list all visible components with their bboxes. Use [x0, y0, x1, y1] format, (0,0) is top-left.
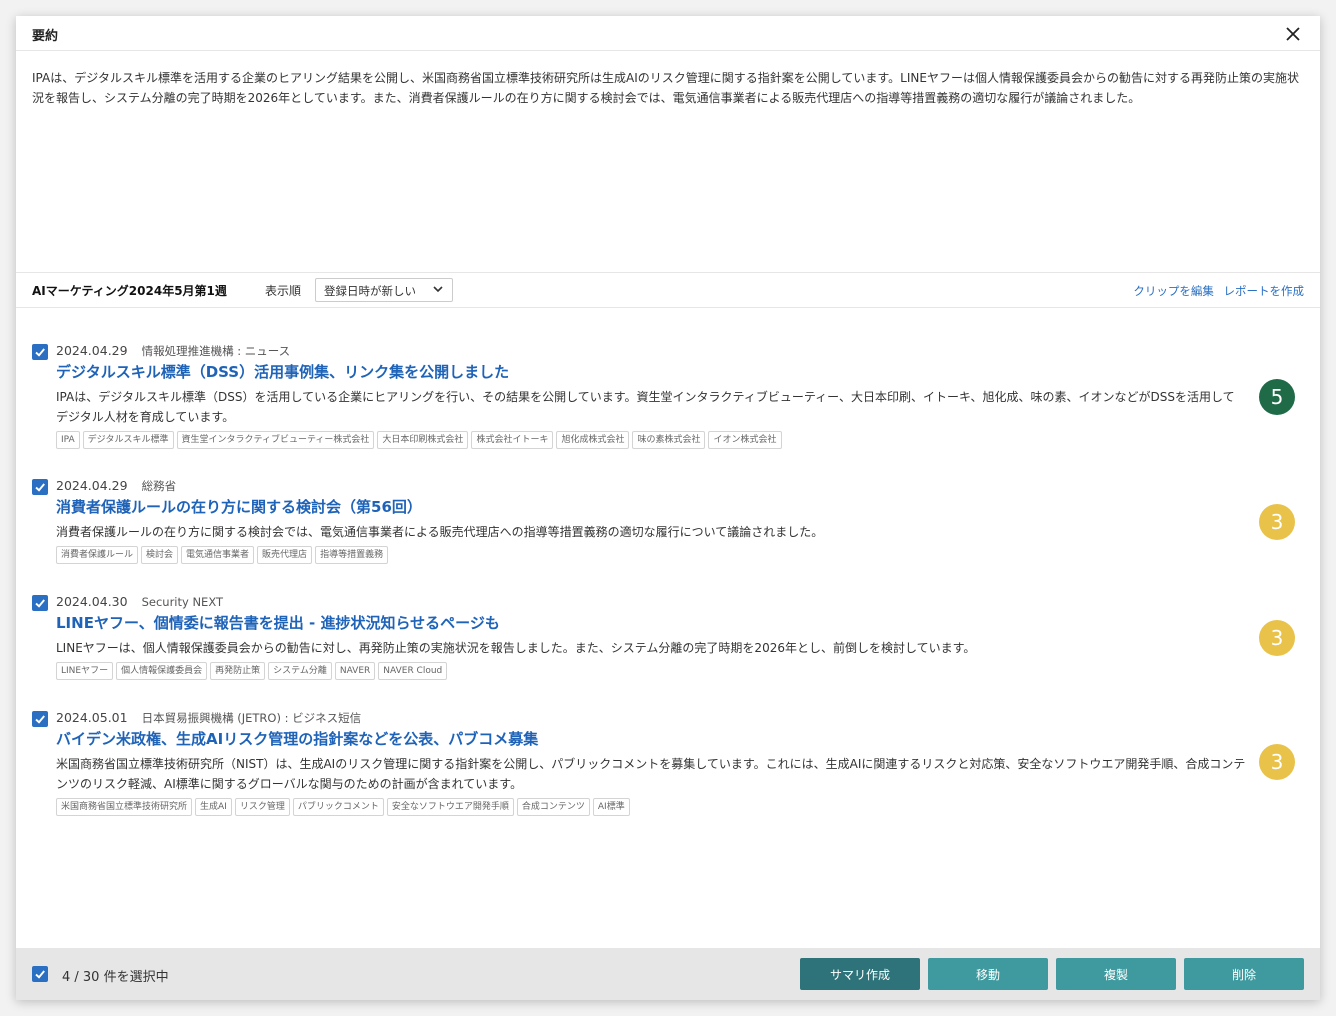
check-icon: [35, 970, 45, 979]
toolbar-links: クリップを編集 レポートを作成: [1127, 283, 1304, 299]
summarize-button[interactable]: サマリ作成: [800, 958, 920, 990]
tag[interactable]: リスク管理: [234, 798, 290, 816]
item-title-link[interactable]: デジタルスキル標準（DSS）活用事例集、リンク集を公開しました: [56, 361, 509, 382]
score-badge: 3: [1259, 620, 1295, 656]
dialog-title: 要約: [32, 29, 59, 44]
item-date: 2024.05.01: [56, 710, 128, 725]
list-item: 2024.04.29 情報処理推進機構 : ニュース デジタルスキル標準（DSS）…: [16, 308, 1320, 449]
chevron-down-icon: [433, 286, 443, 293]
sort-order-select[interactable]: 登録日時が新しい: [315, 278, 453, 302]
tag[interactable]: 安全なソフトウエア開発手順: [386, 798, 514, 816]
item-source: 総務省: [141, 479, 177, 493]
tag[interactable]: 合成コンテンツ: [516, 798, 590, 816]
create-report-link[interactable]: レポートを作成: [1224, 284, 1305, 298]
list-item: 2024.05.01 日本貿易振興機構 (JETRO) : ビジネス短信 バイデン…: [16, 675, 1320, 816]
tag[interactable]: パブリックコメント: [292, 798, 384, 816]
item-source: 情報処理推進機構 : ニュース: [141, 344, 291, 358]
check-icon: [35, 599, 45, 608]
summary-dialog: 要約 IPAは、デジタルスキル標準を活用する企業のヒアリング結果を公開し、米国商…: [16, 16, 1320, 1000]
item-date: 2024.04.29: [56, 478, 128, 493]
item-title-link[interactable]: バイデン米政権、生成AIリスク管理の指針案などを公表、パブコメ募集: [56, 728, 538, 749]
item-date: 2024.04.30: [56, 594, 128, 609]
item-checkbox[interactable]: [32, 595, 48, 611]
sort-order-value: 登録日時が新しい: [324, 284, 416, 298]
score-badge: 3: [1259, 744, 1295, 780]
summary-text: IPAは、デジタルスキル標準を活用する企業のヒアリング結果を公開し、米国商務省国…: [16, 51, 1320, 273]
item-meta: 2024.04.29 情報処理推進機構 : ニュース: [56, 343, 290, 359]
list-item: 2024.04.30 Security NEXT LINEヤフー、個情委に報告書を…: [16, 559, 1320, 680]
item-description: LINEヤフーは、個人情報保護委員会からの勧告に対し、再発防止策の実施状況を報告…: [56, 641, 976, 655]
score-badge: 5: [1259, 379, 1295, 415]
item-date: 2024.04.29: [56, 343, 128, 358]
move-button[interactable]: 移動: [928, 958, 1048, 990]
item-meta: 2024.04.30 Security NEXT: [56, 594, 223, 609]
item-description: 消費者保護ルールの在り方に関する検討会では、電気通信事業者による販売代理店への指…: [56, 525, 824, 539]
check-icon: [35, 715, 45, 724]
item-meta: 2024.04.29 総務省: [56, 478, 176, 494]
item-title-link[interactable]: 消費者保護ルールの在り方に関する検討会（第56回）: [56, 496, 422, 517]
tag[interactable]: AI標準: [592, 798, 630, 816]
delete-button[interactable]: 削除: [1184, 958, 1304, 990]
item-meta: 2024.05.01 日本貿易振興機構 (JETRO) : ビジネス短信: [56, 710, 361, 726]
clip-name: AIマーケティング2024年5月第1週: [32, 284, 227, 298]
dialog-header: 要約: [16, 16, 1320, 51]
check-icon: [35, 483, 45, 492]
selection-footer: 4 / 30 件を選択中 サマリ作成 移動 複製 削除: [16, 948, 1320, 1000]
item-source: Security NEXT: [141, 595, 224, 609]
score-badge: 3: [1259, 504, 1295, 540]
copy-button[interactable]: 複製: [1056, 958, 1176, 990]
item-checkbox[interactable]: [32, 711, 48, 727]
item-checkbox[interactable]: [32, 479, 48, 495]
item-tags: 米国商務省国立標準技術研究所 生成AI リスク管理 パブリックコメント 安全なソ…: [56, 798, 630, 816]
check-icon: [35, 348, 45, 357]
tag[interactable]: 生成AI: [195, 798, 232, 816]
item-source: 日本貿易振興機構 (JETRO) : ビジネス短信: [141, 711, 362, 725]
close-icon: [1286, 27, 1300, 41]
selection-count: 4 / 30 件を選択中: [62, 970, 169, 985]
item-checkbox[interactable]: [32, 344, 48, 360]
sort-label: 表示順: [265, 284, 302, 298]
select-all-checkbox[interactable]: [32, 966, 48, 982]
clip-toolbar: AIマーケティング2024年5月第1週 表示順 登録日時が新しい クリップを編集…: [16, 273, 1320, 308]
item-description: 米国商務省国立標準技術研究所（NIST）は、生成AIのリスク管理に関する指針案を…: [56, 757, 1246, 791]
item-title-link[interactable]: LINEヤフー、個情委に報告書を提出 - 進捗状況知らせるページも: [56, 612, 500, 633]
list-item: 2024.04.29 総務省 消費者保護ルールの在り方に関する検討会（第56回） …: [16, 443, 1320, 564]
close-button[interactable]: [1282, 23, 1304, 45]
edit-clip-link[interactable]: クリップを編集: [1133, 284, 1214, 298]
item-description: IPAは、デジタルスキル標準（DSS）を活用している企業にヒアリングを行い、その…: [56, 390, 1235, 424]
tag[interactable]: 米国商務省国立標準技術研究所: [56, 798, 193, 816]
